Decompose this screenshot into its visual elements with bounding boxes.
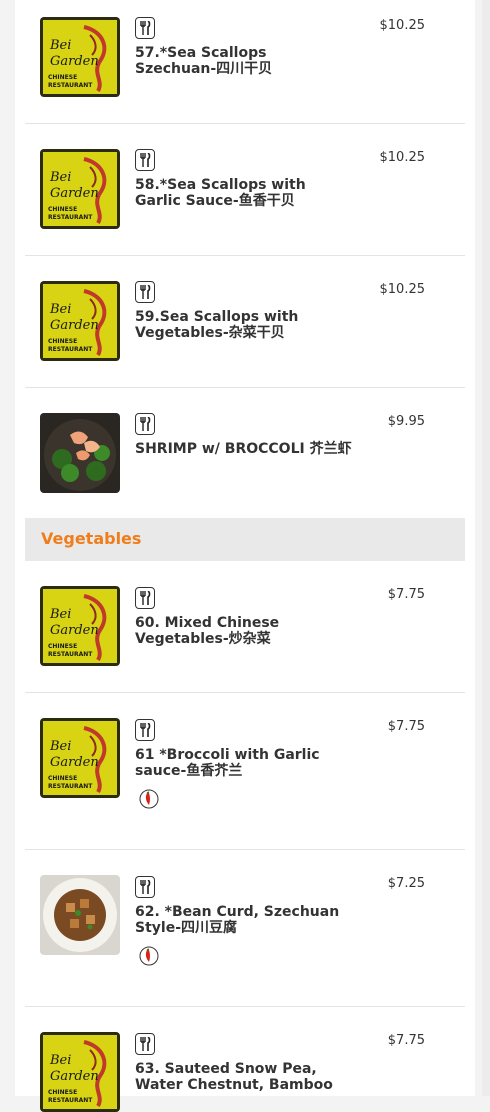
svg-text:Garden: Garden [50, 1069, 99, 1084]
menu-item[interactable]: Bei Garden CHINESE RESTAURANT 60. Mixed … [25, 561, 465, 693]
restaurant-logo-image: Bei Garden CHINESE RESTAURANT [40, 281, 120, 361]
svg-text:RESTAURANT: RESTAURANT [48, 783, 93, 790]
shrimp-broccoli-photo [40, 413, 120, 493]
chili-pepper-icon [139, 789, 159, 809]
item-name: 63. Sauteed Snow Pea, Water Chestnut, Ba… [135, 1061, 333, 1093]
restaurant-logo-image: Bei Garden CHINESE RESTAURANT [40, 17, 120, 97]
svg-text:Garden: Garden [50, 186, 99, 201]
item-name: 62. *Bean Curd, Szechuan Style-四川豆腐 [135, 904, 340, 936]
item-name: SHRIMP w/ BROCCOLI 芥兰虾 [135, 441, 352, 457]
svg-text:RESTAURANT: RESTAURANT [48, 346, 93, 353]
item-price: $7.25 [387, 876, 425, 891]
restaurant-logo-image: Bei Garden CHINESE RESTAURANT [40, 1032, 120, 1112]
item-price: $7.75 [387, 1033, 425, 1048]
svg-text:RESTAURANT: RESTAURANT [48, 651, 93, 658]
fork-knife-icon [135, 17, 155, 39]
chili-pepper-icon [139, 946, 159, 966]
fork-knife-icon [135, 719, 155, 741]
scrollbar[interactable] [482, 0, 490, 1096]
item-name: 60. Mixed Chinese Vegetables-炒杂菜 [135, 615, 280, 647]
fork-knife-icon [135, 876, 155, 898]
svg-text:Garden: Garden [50, 755, 99, 770]
menu-item[interactable]: Bei Garden CHINESE RESTAURANT 58.*Sea Sc… [25, 124, 465, 256]
restaurant-logo-image: Bei Garden CHINESE RESTAURANT [40, 718, 120, 798]
fork-knife-icon [135, 1033, 155, 1055]
svg-text:CHINESE: CHINESE [48, 206, 77, 213]
restaurant-logo-image: Bei Garden CHINESE RESTAURANT [40, 586, 120, 666]
item-name: 59.Sea Scallops with Vegetables-杂菜干贝 [135, 309, 299, 341]
svg-text:Garden: Garden [50, 54, 99, 69]
menu-item[interactable]: Bei Garden CHINESE RESTAURANT 63. Sautee… [25, 1007, 465, 1112]
fork-knife-icon [135, 281, 155, 303]
svg-text:Bei: Bei [49, 302, 71, 317]
item-price: $9.95 [387, 414, 425, 429]
svg-text:CHINESE: CHINESE [48, 643, 77, 650]
svg-text:Bei: Bei [49, 1053, 71, 1068]
menu-panel: Bei Garden CHINESE RESTAURANT 57.*Sea Sc… [15, 0, 475, 1112]
menu-item[interactable]: Bei Garden CHINESE RESTAURANT 61 *Brocco… [25, 693, 465, 850]
svg-text:Bei: Bei [49, 739, 71, 754]
svg-text:CHINESE: CHINESE [48, 74, 77, 81]
menu-item[interactable]: 62. *Bean Curd, Szechuan Style-四川豆腐 $7.2… [25, 850, 465, 1007]
svg-text:CHINESE: CHINESE [48, 775, 77, 782]
item-price: $10.25 [379, 282, 426, 297]
item-name: 61 *Broccoli with Garlic sauce-鱼香芥兰 [135, 747, 320, 779]
svg-text:RESTAURANT: RESTAURANT [48, 1097, 93, 1104]
category-title: Vegetables [41, 529, 142, 548]
item-price: $7.75 [387, 719, 425, 734]
svg-text:CHINESE: CHINESE [48, 338, 77, 345]
svg-text:Garden: Garden [50, 318, 99, 333]
svg-text:RESTAURANT: RESTAURANT [48, 82, 93, 89]
fork-knife-icon [135, 587, 155, 609]
bean-curd-photo [40, 875, 120, 955]
svg-text:Bei: Bei [49, 38, 71, 53]
menu-item[interactable]: SHRIMP w/ BROCCOLI 芥兰虾 $9.95 [25, 388, 465, 508]
svg-text:CHINESE: CHINESE [48, 1089, 77, 1096]
item-price: $10.25 [379, 18, 426, 33]
svg-text:RESTAURANT: RESTAURANT [48, 214, 93, 221]
item-price: $7.75 [387, 587, 425, 602]
svg-text:Bei: Bei [49, 607, 71, 622]
menu-item[interactable]: Bei Garden CHINESE RESTAURANT 59.Sea Sca… [25, 256, 465, 388]
restaurant-logo-image: Bei Garden CHINESE RESTAURANT [40, 149, 120, 229]
fork-knife-icon [135, 413, 155, 435]
fork-knife-icon [135, 149, 155, 171]
item-price: $10.25 [379, 150, 426, 165]
svg-text:Bei: Bei [49, 170, 71, 185]
svg-text:Garden: Garden [50, 623, 99, 638]
item-name: 58.*Sea Scallops with Garlic Sauce-鱼香干贝 [135, 177, 306, 209]
item-name: 57.*Sea Scallops Szechuan-四川干贝 [135, 45, 273, 77]
menu-item[interactable]: Bei Garden CHINESE RESTAURANT 57.*Sea Sc… [25, 0, 465, 124]
category-header[interactable]: Vegetables [25, 518, 465, 561]
